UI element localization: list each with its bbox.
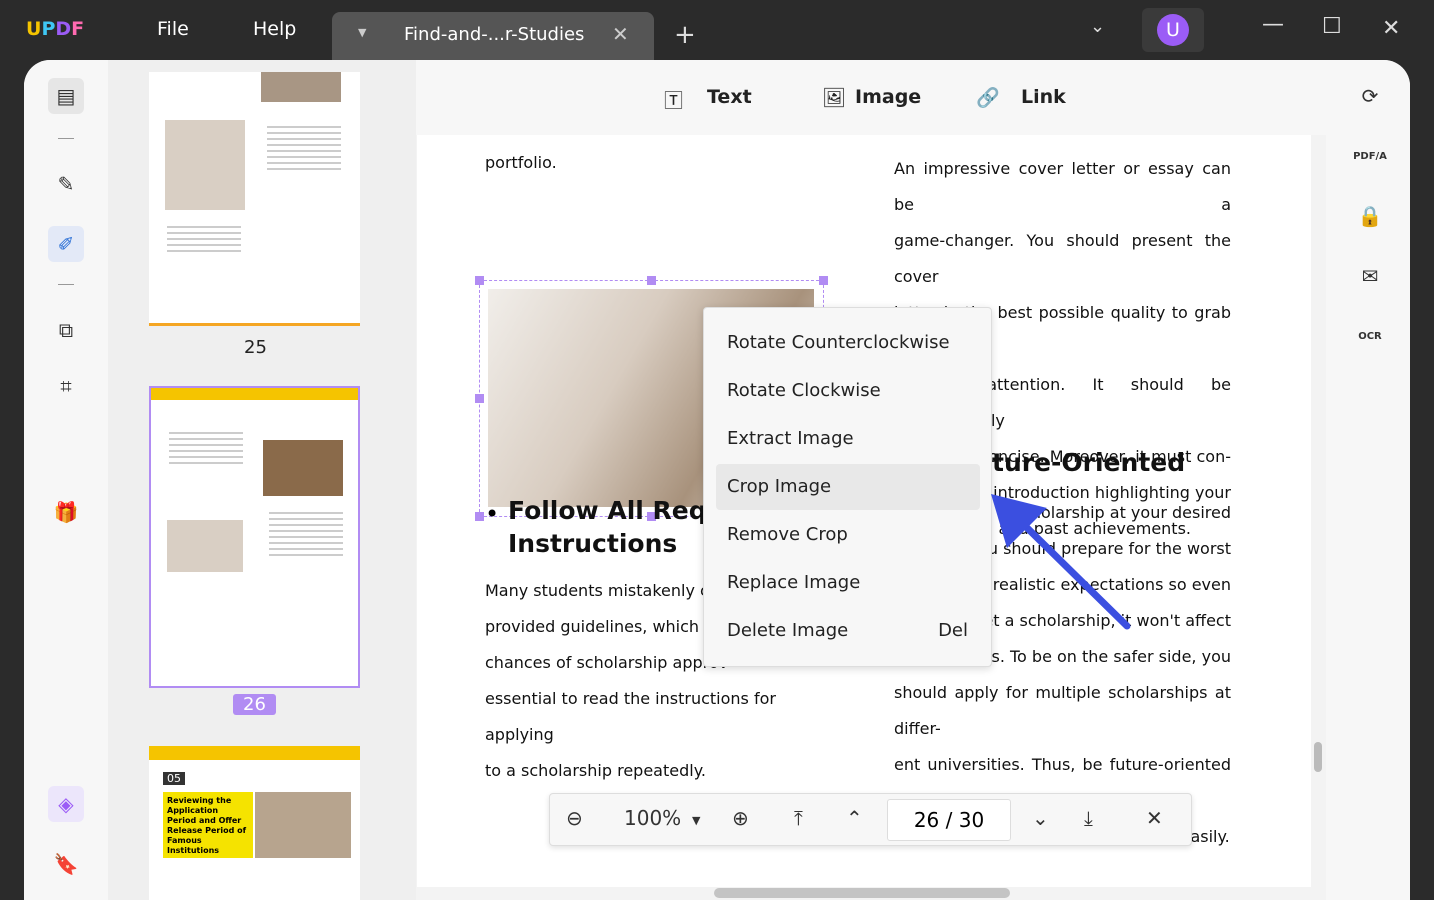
zoom-in-icon[interactable]: ⊕ (732, 806, 749, 830)
menu-item-delete-image[interactable]: Delete Image Del (716, 608, 980, 654)
layers-icon[interactable]: ◈ (48, 786, 84, 822)
menu-item-rotate-counterclockwise[interactable]: Rotate Counterclockwise (716, 320, 980, 366)
minimize-icon[interactable]: — (1262, 12, 1284, 37)
next-page-icon[interactable]: ⌄ (1032, 806, 1049, 830)
page-navigation-bar: ⊖ 100% ▼ ⊕ ⤒ ⌃ 26 / 30 ⌄ ⤓ ✕ (549, 793, 1192, 846)
paragraph-text: portfolio. (485, 153, 557, 172)
page-number-input[interactable]: 26 / 30 (887, 799, 1011, 841)
link-tool-icon[interactable]: 🔗 (976, 86, 1000, 109)
email-icon[interactable]: ✉ (1352, 258, 1388, 294)
title-bar: UPDF File Help ▼ Find-and-...r-Studies ✕… (0, 0, 1434, 60)
paragraph-line: essential to read the instructions for a… (485, 689, 776, 744)
new-tab-icon[interactable]: + (674, 20, 696, 50)
arrow-annotation-icon (991, 494, 1131, 630)
current-page: 26 (913, 808, 940, 832)
organize-pages-icon[interactable]: ⧉ (48, 312, 84, 348)
paragraph-line: game-changer. You should present the cov… (894, 231, 1231, 286)
tab-dropdown-icon[interactable]: ▼ (358, 26, 366, 39)
page-number-label: 25 (244, 337, 267, 358)
paragraph-line: An impressive cover letter or essay can … (894, 159, 1231, 214)
zoom-out-icon[interactable]: ⊖ (566, 806, 583, 830)
page-thumbnail-26[interactable] (149, 386, 360, 688)
document-tab[interactable]: ▼ Find-and-...r-Studies ✕ (332, 12, 654, 60)
edit-toolbar: 🅃 Text 🖼 Image 🔗 Link (416, 60, 1326, 135)
text-tool-icon[interactable]: 🅃 (664, 86, 683, 113)
left-tool-bar: ▤ ✎ ✐ ⧉ ⌗ 🎁 ◈ 🔖 (24, 60, 108, 900)
zoom-level[interactable]: 100% (624, 806, 681, 830)
page-thumbnail-25[interactable] (149, 72, 360, 326)
ocr-icon[interactable]: OCR (1352, 318, 1388, 354)
zoom-dropdown-icon[interactable]: ▼ (692, 814, 700, 827)
bookmark-icon[interactable]: 🔖 (48, 846, 84, 882)
menu-item-rotate-clockwise[interactable]: Rotate Clockwise (716, 368, 980, 414)
menu-file[interactable]: File (157, 18, 189, 40)
image-tool-button[interactable]: Image (855, 86, 921, 108)
separator: / (945, 808, 953, 832)
context-menu: Rotate Counterclockwise Rotate Clockwise… (703, 307, 992, 667)
avatar[interactable]: U (1142, 8, 1204, 52)
paragraph-line: to a scholarship repeatedly. (485, 761, 706, 780)
link-tool-button[interactable]: Link (1021, 86, 1066, 108)
menu-item-crop-image[interactable]: Crop Image (716, 464, 980, 510)
horizontal-scrollbar[interactable] (714, 888, 1010, 898)
tab-title: Find-and-...r-Studies (404, 24, 585, 45)
crop-pages-icon[interactable]: ⌗ (48, 368, 84, 404)
menu-item-label: Delete Image (727, 620, 849, 641)
text-tool-button[interactable]: Text (707, 86, 752, 108)
menu-help[interactable]: Help (253, 18, 296, 40)
updf-logo: UPDF (26, 18, 85, 40)
close-window-icon[interactable]: ✕ (1382, 16, 1400, 41)
reader-icon[interactable]: ▤ (48, 78, 84, 114)
shortcut-label: Del (938, 620, 968, 641)
gift-icon[interactable]: 🎁 (48, 494, 84, 530)
page-number-label-selected: 26 (233, 694, 276, 715)
maximize-icon[interactable]: ☐ (1322, 14, 1342, 39)
total-pages: 30 (958, 808, 985, 832)
page-thumbnail-27[interactable]: 05 Reviewing the Application Period and … (149, 746, 360, 900)
menu-item-remove-crop[interactable]: Remove Crop (716, 512, 980, 558)
first-page-icon[interactable]: ⤒ (794, 806, 803, 830)
vertical-scrollbar[interactable] (1314, 742, 1322, 772)
section-heading: Follow All Requi (508, 496, 734, 525)
section-heading: ture-Oriented (992, 448, 1186, 477)
image-tool-icon[interactable]: 🖼 (822, 86, 846, 109)
close-tab-icon[interactable]: ✕ (612, 22, 629, 46)
chevron-down-icon[interactable]: ⌄ (1090, 16, 1105, 37)
edit-pdf-icon[interactable]: ✐ (48, 226, 84, 262)
menu-item-replace-image[interactable]: Replace Image (716, 560, 980, 606)
menu-item-extract-image[interactable]: Extract Image (716, 416, 980, 462)
section-heading: Instructions (508, 529, 678, 558)
previous-page-icon[interactable]: ⌃ (846, 806, 863, 830)
last-page-icon[interactable]: ⤓ (1084, 806, 1093, 830)
paragraph-line: should apply for multiple scholarships a… (894, 683, 1231, 738)
highlighter-icon[interactable]: ✎ (48, 166, 84, 202)
convert-icon[interactable]: ⟳ (1352, 78, 1388, 114)
close-navigation-icon[interactable]: ✕ (1146, 806, 1163, 830)
pdfa-icon[interactable]: PDF/A (1352, 138, 1388, 174)
protect-icon[interactable]: 🔒 (1352, 198, 1388, 234)
thumbnail-panel: 25 26 05 Reviewing the Application Perio… (108, 60, 416, 900)
right-tool-bar: ⟳ PDF/A 🔒 ✉ OCR (1326, 60, 1410, 900)
